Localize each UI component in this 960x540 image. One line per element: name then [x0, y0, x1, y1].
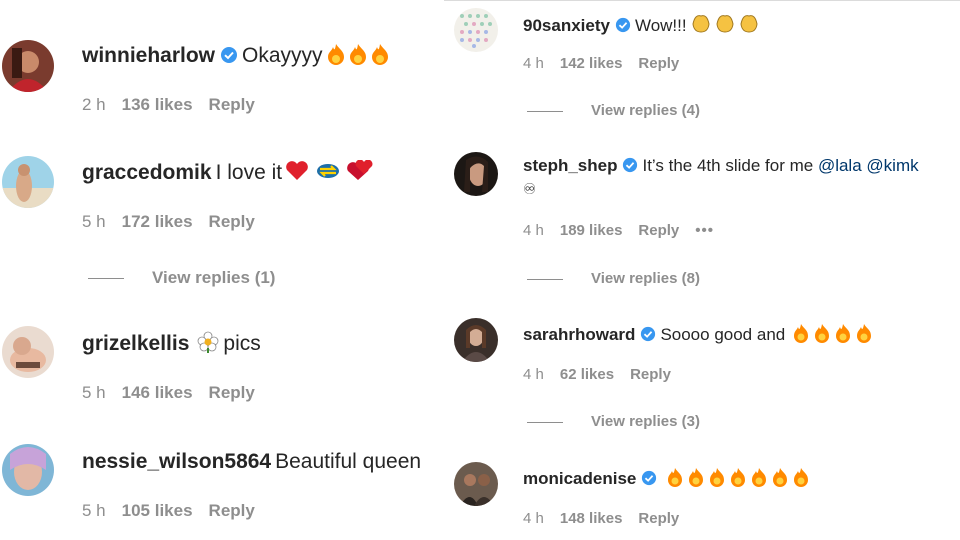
timestamp: 4 h — [523, 222, 544, 239]
likes-count[interactable]: 146 likes — [122, 383, 193, 402]
divider-line — [527, 278, 563, 280]
view-replies-label: View replies (4) — [591, 102, 700, 119]
timestamp: 4 h — [523, 55, 544, 72]
verified-badge-icon — [641, 470, 657, 491]
comment-text: Beautiful queen — [275, 450, 422, 473]
divider-line — [88, 278, 124, 280]
username-link[interactable]: winnieharlow — [82, 44, 215, 67]
fire-emoji-icon — [791, 323, 875, 348]
comment-meta: 5 h 146 likes Reply — [82, 383, 271, 403]
comment-text: Soooo good and — [660, 325, 786, 344]
view-replies-label: View replies (3) — [591, 413, 700, 430]
username-link[interactable]: steph_shep — [523, 156, 617, 175]
view-replies-button[interactable]: View replies (4) — [527, 102, 700, 119]
reply-button[interactable]: Reply — [209, 212, 255, 231]
reply-button[interactable]: Reply — [638, 222, 679, 239]
avatar[interactable] — [2, 444, 54, 496]
comment-meta: 5 h 172 likes Reply — [82, 212, 271, 232]
comment-line: 90sanxiety Wow!!! — [523, 12, 761, 39]
reply-button[interactable]: Reply — [630, 366, 671, 383]
comment-line: monicadenise — [523, 467, 812, 492]
more-options-icon[interactable]: ••• — [695, 222, 714, 239]
fire-emoji-icon — [325, 43, 391, 71]
divider-line — [444, 0, 960, 1]
comment-text: Wow!!! — [634, 16, 687, 35]
likes-count[interactable]: 148 likes — [560, 510, 623, 527]
timestamp: 5 h — [82, 383, 106, 402]
username-link[interactable]: sarahrhoward — [523, 325, 635, 344]
verified-badge-icon — [220, 46, 238, 70]
comment-line: graccedomik I love it — [82, 159, 374, 188]
avatar[interactable] — [454, 462, 498, 506]
username-link[interactable]: 90sanxiety — [523, 16, 610, 35]
right-comment-column: 90sanxiety Wow!!! 4 h 142 likes Reply View … — [444, 0, 960, 540]
comment-text: I love it — [215, 161, 283, 184]
username-link[interactable]: graccedomik — [82, 161, 212, 184]
likes-count[interactable]: 172 likes — [122, 212, 193, 231]
left-comment-column: winnieharlow Okayyyy 2 h 136 likes Reply gr… — [0, 0, 440, 540]
reply-button[interactable]: Reply — [209, 383, 255, 402]
comment-line: sarahrhoward Soooo good and — [523, 323, 875, 348]
timestamp: 5 h — [82, 212, 106, 231]
view-replies-button[interactable]: View replies (8) — [527, 270, 700, 287]
likes-count[interactable]: 62 likes — [560, 366, 614, 383]
mention-link[interactable]: @kimk — [866, 156, 918, 175]
comment-text: Okayyyy — [242, 44, 323, 67]
comment-text: pics — [223, 332, 261, 355]
avatar[interactable] — [2, 156, 54, 208]
likes-count[interactable]: 105 likes — [122, 501, 193, 520]
comment-line: grizelkellis pics — [82, 331, 261, 359]
comment-line: nessie_wilson5864 Beautiful queen — [82, 450, 421, 474]
verified-badge-icon — [615, 17, 631, 38]
reply-button[interactable]: Reply — [638, 55, 679, 72]
timestamp: 2 h — [82, 95, 106, 114]
username-link[interactable]: grizelkellis — [82, 332, 189, 355]
likes-count[interactable]: 189 likes — [560, 222, 623, 239]
timestamp: 4 h — [523, 510, 544, 527]
likes-count[interactable]: 136 likes — [122, 95, 193, 114]
username-link[interactable]: nessie_wilson5864 — [82, 450, 271, 473]
username-link[interactable]: monicadenise — [523, 469, 636, 488]
reply-button[interactable]: Reply — [209, 501, 255, 520]
view-replies-label: View replies (8) — [591, 270, 700, 287]
reply-button[interactable]: Reply — [638, 510, 679, 527]
divider-line — [527, 421, 563, 423]
comment-meta: 4 h 189 likes Reply ••• — [523, 222, 730, 239]
comment-meta: 4 h 142 likes Reply — [523, 55, 695, 72]
comment-line: winnieharlow Okayyyy — [82, 43, 391, 71]
avatar[interactable] — [2, 326, 54, 378]
timestamp: 5 h — [82, 501, 106, 520]
verified-badge-icon — [622, 157, 638, 178]
comment-meta: 5 h 105 likes Reply — [82, 501, 271, 521]
comment-meta: 2 h 136 likes Reply — [82, 95, 271, 115]
view-replies-label: View replies (1) — [152, 268, 276, 287]
fire-emoji-icon — [665, 467, 812, 492]
view-replies-button[interactable]: View replies (1) — [88, 268, 275, 288]
avatar[interactable] — [454, 318, 498, 362]
comment-line: steph_shep It’s the 4th slide for me @lal… — [523, 156, 919, 178]
reply-button[interactable]: Reply — [209, 95, 255, 114]
mention-link[interactable]: @lala — [818, 156, 862, 175]
timestamp: 4 h — [523, 366, 544, 383]
red-heart-emoji-icon — [284, 159, 374, 188]
avatar[interactable] — [454, 152, 498, 196]
divider-line — [527, 110, 563, 112]
comment-meta: 4 h 62 likes Reply — [523, 366, 687, 383]
comment-meta: 4 h 148 likes Reply — [523, 510, 695, 527]
avatar[interactable] — [2, 40, 54, 92]
flower-emoji-icon — [197, 331, 219, 359]
view-replies-button[interactable]: View replies (3) — [527, 413, 700, 430]
clap-emoji-icon — [689, 12, 761, 39]
likes-count[interactable]: 142 likes — [560, 55, 623, 72]
comment-text-line2: ♾ — [523, 181, 537, 198]
avatar[interactable] — [454, 8, 498, 52]
comment-text: It’s the 4th slide for me — [642, 156, 814, 175]
verified-badge-icon — [640, 326, 656, 347]
